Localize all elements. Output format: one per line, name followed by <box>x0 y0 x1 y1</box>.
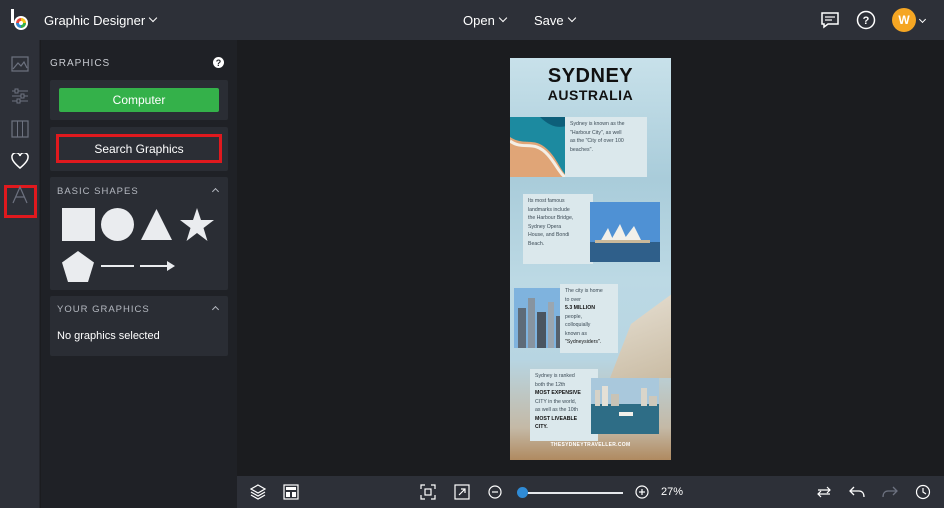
app-mode-label: Graphic Designer <box>44 12 146 28</box>
fact-line: Its most famous <box>528 198 565 204</box>
computer-upload-button[interactable]: Computer <box>59 88 219 112</box>
fact-box-3[interactable]: The city is home to over 5.3 MILLION peo… <box>560 284 618 353</box>
zoom-level: 27% <box>661 486 684 498</box>
basic-shapes-title: BASIC SHAPES <box>57 186 139 197</box>
help-glyph: ? <box>215 57 222 68</box>
square-shape[interactable] <box>62 208 95 241</box>
harbour-photo[interactable] <box>591 378 659 434</box>
swap-icon[interactable] <box>816 484 832 500</box>
panel-heading: GRAPHICS <box>50 58 111 69</box>
fact-line: known as <box>565 330 587 337</box>
fact-line: CITY in the world, <box>535 398 577 405</box>
open-menu-button[interactable]: Open <box>457 8 512 32</box>
redo-icon[interactable] <box>882 484 898 500</box>
fact-box-1[interactable]: Sydney is known as the "Harbour City", a… <box>565 117 647 177</box>
expand-icon[interactable] <box>454 484 470 500</box>
zoom-slider-track[interactable] <box>521 492 623 494</box>
user-avatar[interactable]: W <box>892 8 916 32</box>
search-card: Search Graphics <box>50 127 228 171</box>
arrow-shape[interactable] <box>140 259 175 273</box>
basic-shapes-card: BASIC SHAPES <box>50 177 228 290</box>
fact-line: Sydney is known as the <box>570 121 625 127</box>
top-bar: Graphic Designer Open Save ? W <box>0 0 944 40</box>
fact-line: MOST EXPENSIVE <box>535 390 581 396</box>
layout-columns-icon[interactable] <box>8 117 32 141</box>
your-graphics-title: YOUR GRAPHICS <box>57 304 150 315</box>
text-icon[interactable] <box>8 183 32 207</box>
undo-icon[interactable] <box>849 484 865 500</box>
your-graphics-card: YOUR GRAPHICS <box>50 296 228 356</box>
zoom-in-icon[interactable] <box>634 484 650 500</box>
fact-line: Sydney is ranked <box>535 373 575 379</box>
star-shape[interactable] <box>180 208 214 241</box>
fact-line: as the "City of over 100 <box>570 138 624 144</box>
fact-line: MOST LIVEABLE <box>535 415 578 422</box>
help-icon[interactable]: ? <box>213 57 224 68</box>
search-graphics-button[interactable]: Search Graphics <box>56 134 222 163</box>
fact-line: the Harbour Bridge, <box>528 215 574 221</box>
line-shape[interactable] <box>101 265 134 267</box>
tool-rail <box>0 40 40 508</box>
fact-line: House, and Bondi <box>528 232 570 238</box>
city-skyline-photo[interactable] <box>514 288 566 348</box>
svg-text:?: ? <box>863 15 870 27</box>
beach-photo[interactable] <box>510 117 568 177</box>
fact-line: landmarks include <box>528 206 570 213</box>
fact-line: beaches". <box>570 146 593 153</box>
poster-footer-url[interactable]: THESYDNEYTRAVELLER.COM <box>510 442 671 448</box>
fact-line: people, <box>565 313 583 320</box>
app-mode-dropdown[interactable]: Graphic Designer <box>40 9 160 31</box>
chevron-up-icon[interactable] <box>211 187 220 196</box>
fact-line: CITY. <box>535 424 548 430</box>
computer-card: Computer <box>50 80 228 120</box>
fact-line: "Harbour City", as well <box>570 129 622 136</box>
fact-line: colloquially <box>565 322 591 328</box>
fact-line: "Sydneysiders". <box>565 339 602 345</box>
poster-artboard[interactable]: SYDNEY AUSTRALIA Sydney is known as the … <box>510 58 671 460</box>
open-menu-label: Open <box>463 12 495 28</box>
chevron-up-icon[interactable] <box>211 305 220 314</box>
app-window: Graphic Designer Open Save ? W GRAPHICS … <box>0 0 944 508</box>
sliders-icon[interactable] <box>8 84 32 108</box>
chevron-down-icon[interactable] <box>918 15 927 24</box>
chevron-down-icon <box>148 13 158 23</box>
fact-box-2[interactable]: Its most famous landmarks include the Ha… <box>523 194 593 264</box>
fact-line: both the 12th <box>535 381 566 388</box>
befunky-logo-icon[interactable] <box>8 8 32 32</box>
fact-line: Beach. <box>528 240 545 247</box>
triangle-shape[interactable] <box>140 208 173 241</box>
chevron-down-icon <box>567 13 576 23</box>
fact-line: Sydney Opera <box>528 223 562 230</box>
graphics-panel: GRAPHICS ? Computer Search Graphics BASI… <box>41 40 237 508</box>
user-initial: W <box>898 13 910 27</box>
poster-title-line2[interactable]: AUSTRALIA <box>510 87 671 103</box>
fact-box-4[interactable]: Sydney is ranked both the 12th MOST EXPE… <box>530 369 598 441</box>
fit-to-screen-icon[interactable] <box>420 484 436 500</box>
fact-line: 5.3 MILLION <box>565 305 595 311</box>
opera-house-photo[interactable] <box>590 202 660 262</box>
history-icon[interactable] <box>915 484 931 500</box>
chat-icon[interactable] <box>819 9 841 31</box>
zoom-slider-handle[interactable] <box>517 487 528 498</box>
layers-icon[interactable] <box>250 484 266 500</box>
design-canvas[interactable]: SYDNEY AUSTRALIA Sydney is known as the … <box>237 40 944 476</box>
no-graphics-message: No graphics selected <box>57 330 160 342</box>
help-icon[interactable]: ? <box>855 9 877 31</box>
circle-shape[interactable] <box>101 208 134 241</box>
poster-title-line1[interactable]: SYDNEY <box>510 65 671 88</box>
image-icon[interactable] <box>8 52 32 76</box>
fact-line: as well as the 10th <box>535 407 578 413</box>
fact-line: The city is home <box>565 288 603 294</box>
zoom-out-icon[interactable] <box>487 484 503 500</box>
pentagon-shape[interactable] <box>62 251 94 282</box>
template-layout-icon[interactable] <box>283 484 299 500</box>
heart-icon[interactable] <box>8 149 32 173</box>
save-menu-label: Save <box>534 12 564 28</box>
fact-line: to over <box>565 296 581 303</box>
chevron-down-icon <box>498 13 508 23</box>
bottom-toolbar: 27% <box>237 476 944 508</box>
save-menu-button[interactable]: Save <box>528 8 581 32</box>
